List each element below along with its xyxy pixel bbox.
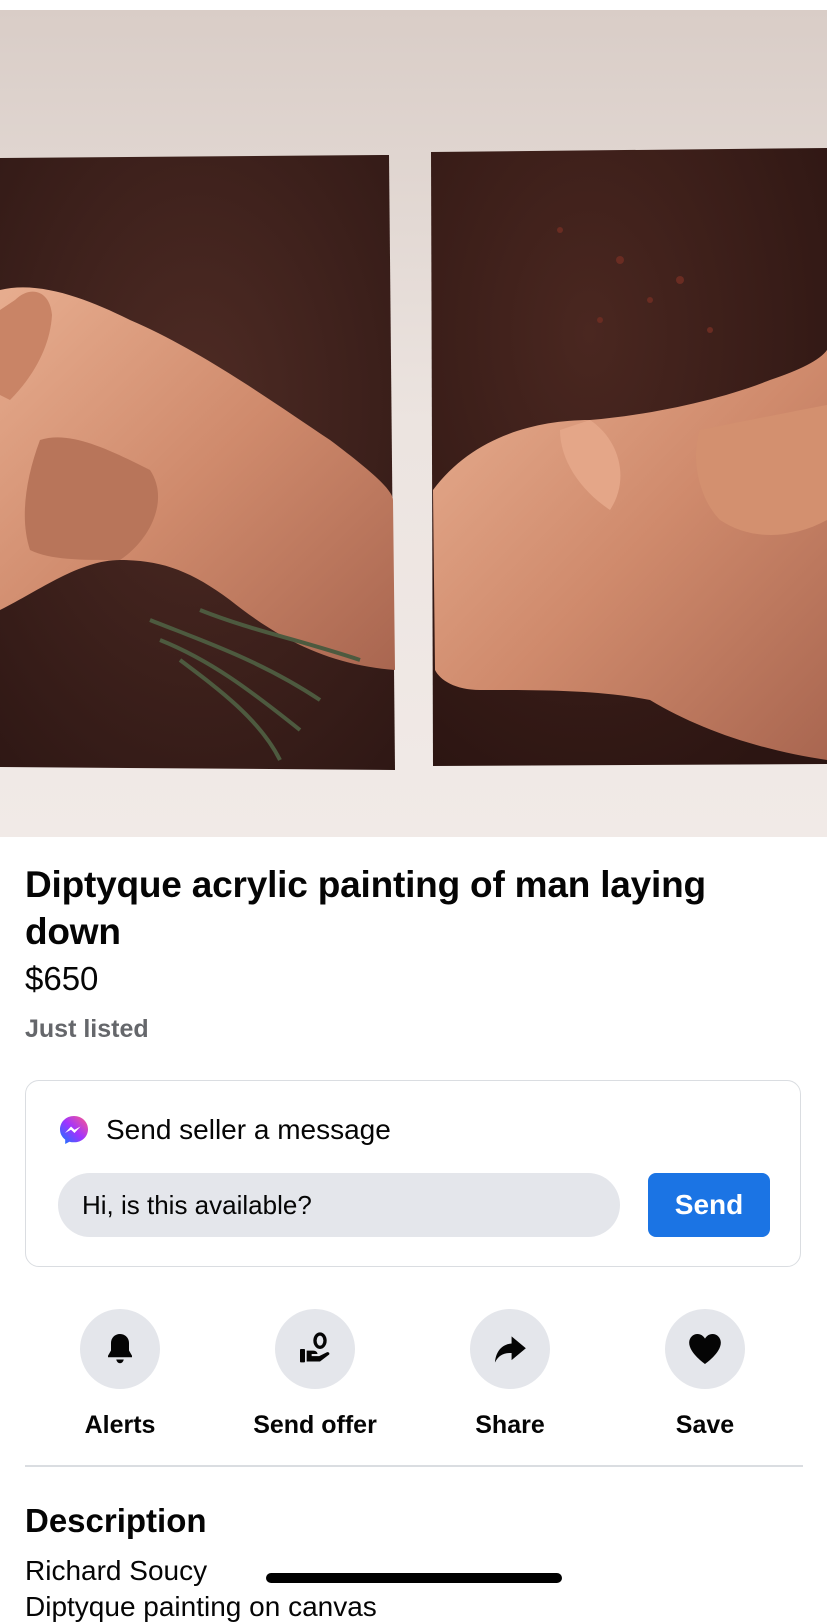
save-label: Save — [675, 1411, 735, 1439]
bell-icon — [108, 1334, 132, 1364]
messenger-icon — [60, 1116, 88, 1144]
send-offer-circle[interactable] — [275, 1309, 355, 1389]
heart-icon — [689, 1334, 721, 1364]
home-indicator[interactable] — [266, 1573, 562, 1583]
offer-icon — [300, 1332, 330, 1363]
send-button[interactable]: Send — [648, 1173, 770, 1237]
listing-price: $650 — [25, 960, 99, 997]
share-icon — [494, 1336, 526, 1363]
send-offer-label: Send offer — [253, 1411, 377, 1439]
share-label: Share — [475, 1411, 545, 1439]
listing-photo[interactable] — [0, 0, 827, 837]
message-input[interactable]: Hi, is this available? — [58, 1173, 620, 1237]
save-circle[interactable] — [665, 1309, 745, 1389]
listing-status: Just listed — [25, 1015, 149, 1043]
section-divider — [25, 1465, 803, 1467]
description-heading: Description — [25, 1502, 207, 1539]
alerts-label: Alerts — [84, 1411, 156, 1439]
description-text: Diptyque painting on canvas — [25, 1591, 377, 1622]
message-card-heading: Send seller a message — [106, 1114, 391, 1145]
listing-title: Diptyque acrylic painting of man laying … — [25, 864, 706, 952]
painting-image — [0, 0, 827, 837]
message-card-header: Send seller a message — [58, 1114, 391, 1146]
save-button[interactable]: Save — [605, 1309, 805, 1440]
alerts-button[interactable]: Alerts — [20, 1309, 220, 1440]
share-button[interactable]: Share — [410, 1309, 610, 1440]
description-seller-name: Richard Soucy — [25, 1555, 208, 1586]
send-offer-button[interactable]: Send offer — [215, 1309, 415, 1440]
alerts-circle[interactable] — [80, 1309, 160, 1389]
action-bar: Alerts Send offer Share Save — [0, 1309, 827, 1449]
message-seller-card: Send seller a message Hi, is this availa… — [25, 1080, 801, 1267]
share-circle[interactable] — [470, 1309, 550, 1389]
